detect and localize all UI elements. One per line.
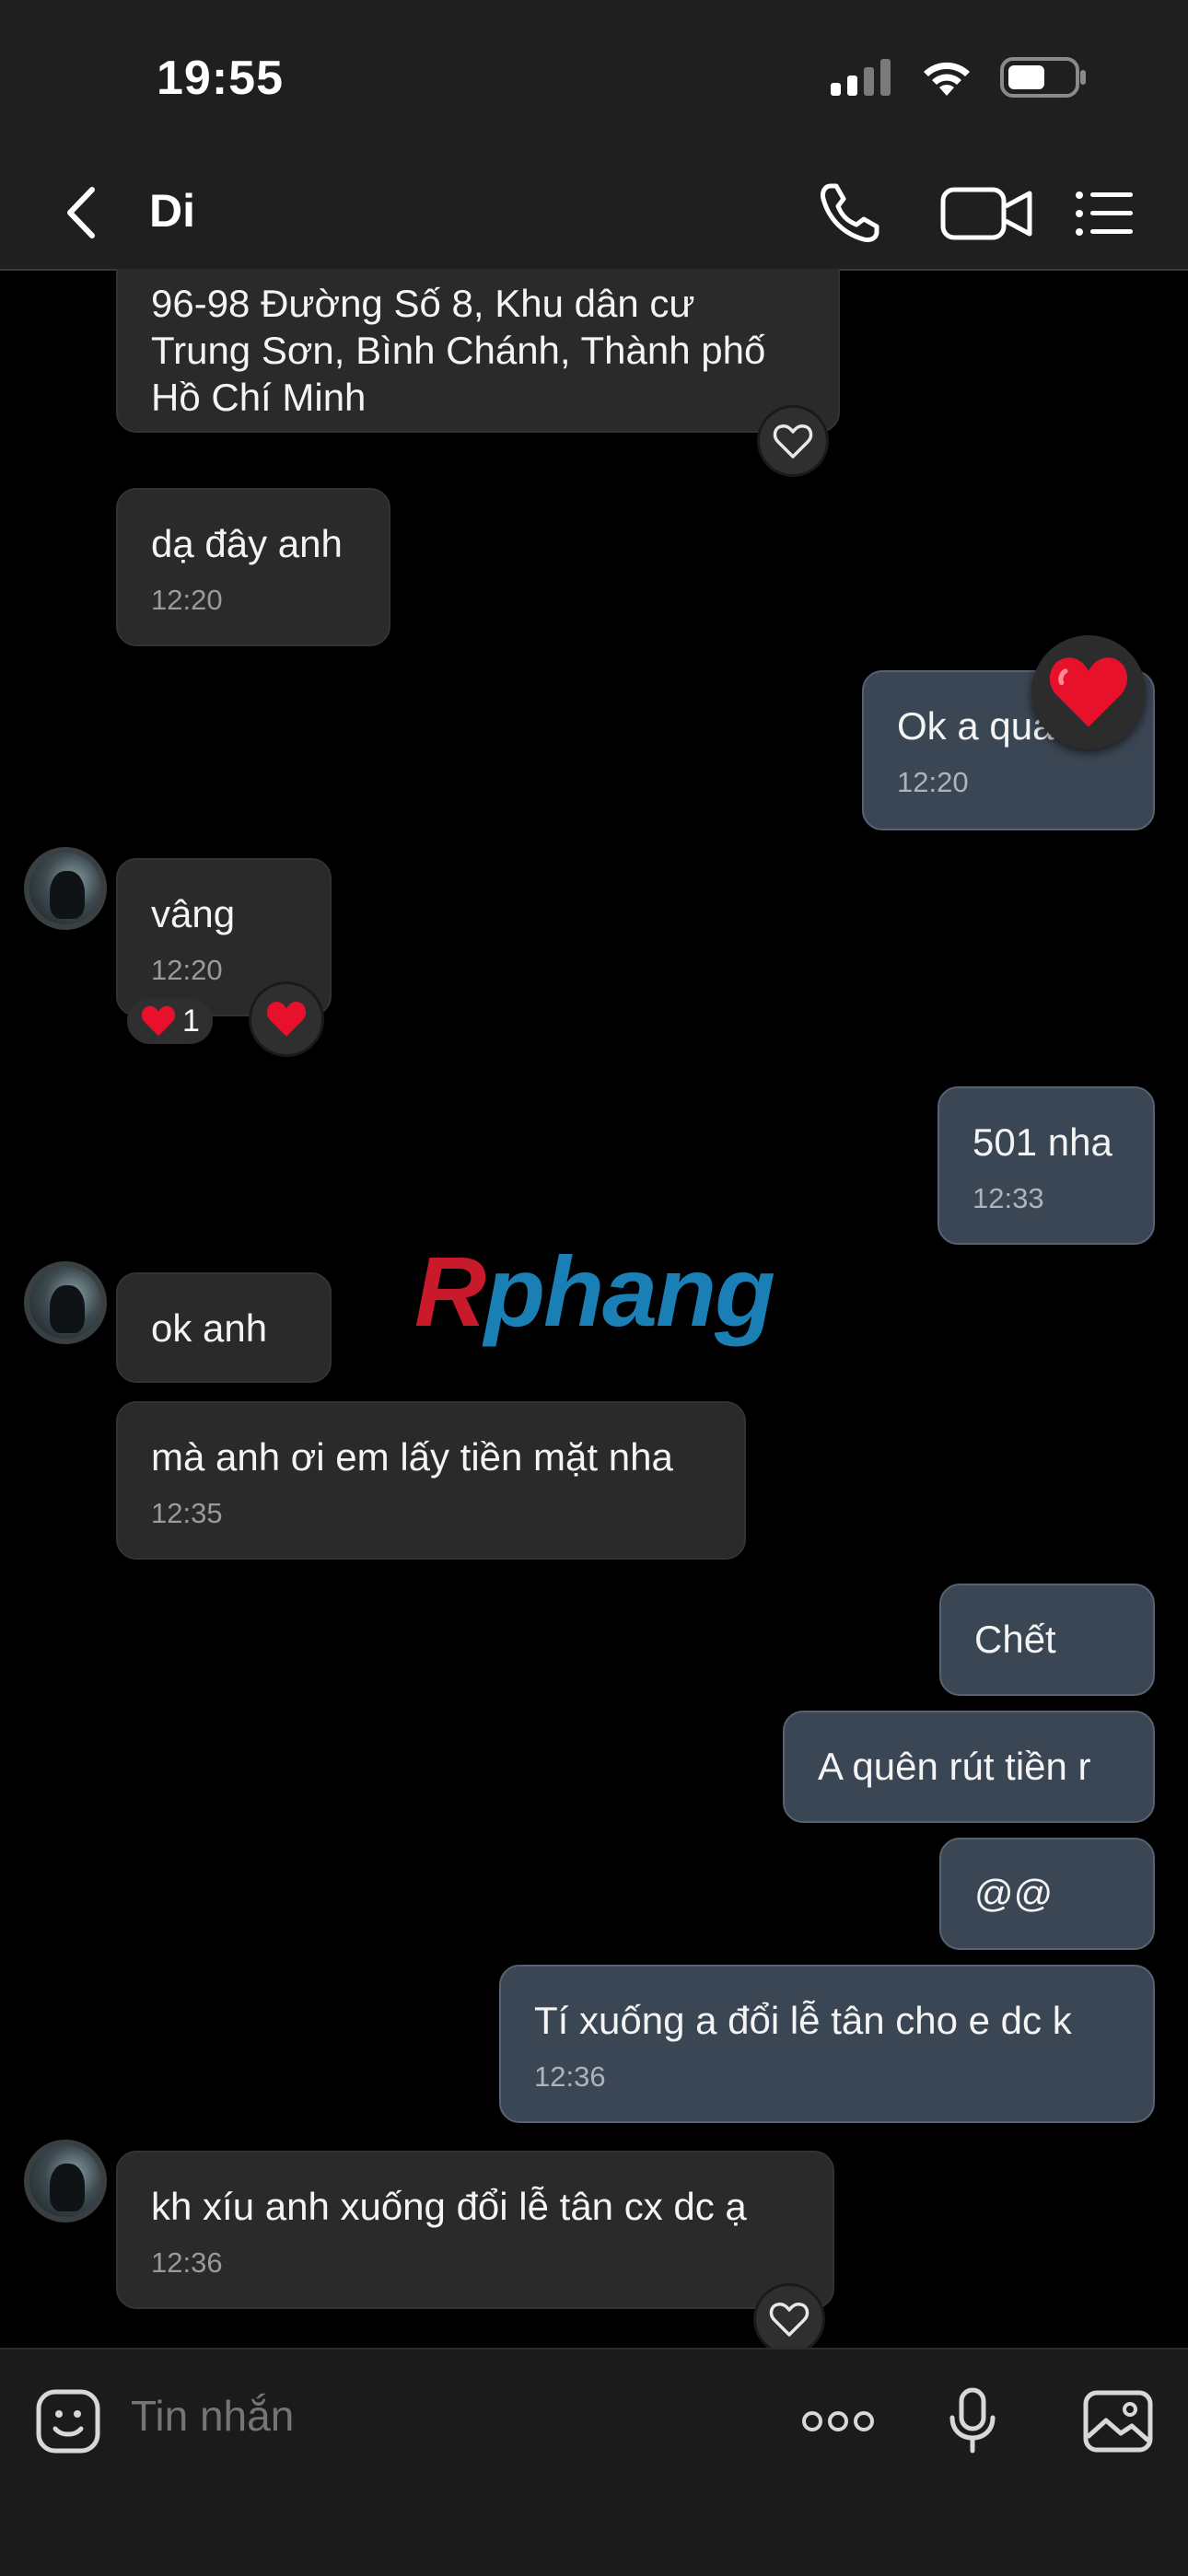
- watermark-part-1: R: [414, 1236, 486, 1347]
- message-input[interactable]: [129, 2390, 685, 2442]
- message-text: Tí xuống a đổi lễ tân cho e dc k: [534, 1999, 1072, 2042]
- heart-outline-icon: [773, 424, 813, 458]
- chat-options-button[interactable]: [1068, 177, 1142, 250]
- sticker-button[interactable]: [29, 2383, 107, 2460]
- like-reaction-button[interactable]: [753, 2283, 825, 2348]
- contact-avatar[interactable]: [24, 847, 107, 930]
- message-time: 12:36: [151, 2246, 223, 2279]
- message-time: 12:35: [151, 1497, 223, 1529]
- message-time: 12:33: [973, 1182, 1044, 1214]
- status-bar: 19:55: [0, 0, 1188, 157]
- heart-icon: [266, 1002, 307, 1037]
- phone-icon: [821, 183, 879, 242]
- heart-icon: [1049, 657, 1128, 727]
- message-bubble-outgoing[interactable]: Chết: [939, 1584, 1155, 1696]
- message-text: dạ đây anh: [151, 522, 343, 565]
- gallery-button[interactable]: [1079, 2383, 1157, 2460]
- contact-avatar[interactable]: [24, 1261, 107, 1344]
- image-icon: [1083, 2390, 1153, 2453]
- message-bubble-incoming[interactable]: kh xíu anh xuống đổi lễ tân cx dc ạ 12:3…: [116, 2151, 834, 2309]
- message-bubble-incoming[interactable]: mà anh ơi em lấy tiền mặt nha 12:35: [116, 1401, 746, 1560]
- message-time: 12:36: [534, 2060, 606, 2093]
- message-bubble-outgoing[interactable]: @@: [939, 1838, 1155, 1950]
- message-time: 12:20: [151, 954, 223, 986]
- message-text: Chết: [974, 1618, 1056, 1661]
- heart-outline-icon: [769, 2303, 809, 2337]
- message-time: 12:20: [897, 766, 969, 798]
- status-icons: [829, 57, 1087, 98]
- message-text: 501 nha: [973, 1120, 1112, 1164]
- contact-avatar[interactable]: [24, 2140, 107, 2222]
- voice-message-button[interactable]: [934, 2383, 1011, 2460]
- heart-reaction-button[interactable]: [249, 981, 324, 1057]
- voice-call-button[interactable]: [812, 177, 886, 250]
- back-button[interactable]: [55, 180, 111, 245]
- heart-icon: [141, 1005, 176, 1037]
- message-bubble-outgoing[interactable]: A quên rút tiền r: [783, 1711, 1155, 1823]
- message-text: vâng: [151, 892, 236, 935]
- message-bubble-incoming[interactable]: dạ đây anh 12:20: [116, 488, 390, 646]
- message-text: A quên rút tiền r: [818, 1745, 1091, 1788]
- reaction-count-badge[interactable]: 1: [127, 998, 213, 1044]
- message-text: ok anh: [151, 1306, 268, 1350]
- message-text: kh xíu anh xuống đổi lễ tân cx dc ạ: [151, 2185, 747, 2228]
- chat-header: Di: [0, 157, 1188, 271]
- chevron-left-icon: [67, 187, 95, 238]
- message-bubble-incoming[interactable]: ok anh: [116, 1272, 332, 1383]
- heart-reaction[interactable]: [1031, 635, 1146, 749]
- wifi-icon: [924, 62, 970, 96]
- list-menu-icon: [1076, 191, 1133, 236]
- chat-title[interactable]: Di: [149, 184, 195, 238]
- more-dots-icon: [802, 2411, 874, 2431]
- emoji-icon: [36, 2389, 100, 2454]
- signal-icon: [831, 59, 891, 96]
- watermark-logo: Rphang: [414, 1234, 775, 1349]
- like-reaction-button[interactable]: [757, 405, 829, 477]
- reaction-count: 1: [182, 1003, 200, 1039]
- message-composer: [0, 2348, 1188, 2576]
- video-call-button[interactable]: [938, 177, 1039, 250]
- microphone-icon: [949, 2387, 996, 2454]
- message-time: 12:20: [151, 584, 223, 616]
- status-time: 19:55: [157, 52, 284, 105]
- more-options-button[interactable]: [799, 2383, 877, 2460]
- message-text: @@: [974, 1872, 1054, 1915]
- video-camera-icon: [940, 187, 1032, 240]
- watermark-part-2: phang: [484, 1236, 775, 1347]
- message-text: mà anh ơi em lấy tiền mặt nha: [151, 1435, 673, 1479]
- battery-icon: [1000, 57, 1086, 98]
- message-text: 96-98 Đường Số 8, Khu dân cư Trung Sơn, …: [151, 282, 766, 419]
- message-bubble-outgoing[interactable]: 501 nha 12:33: [938, 1086, 1155, 1245]
- message-bubble-outgoing[interactable]: Tí xuống a đổi lễ tân cho e dc k 12:36: [499, 1965, 1155, 2123]
- message-bubble-incoming[interactable]: 96-98 Đường Số 8, Khu dân cư Trung Sơn, …: [116, 269, 840, 433]
